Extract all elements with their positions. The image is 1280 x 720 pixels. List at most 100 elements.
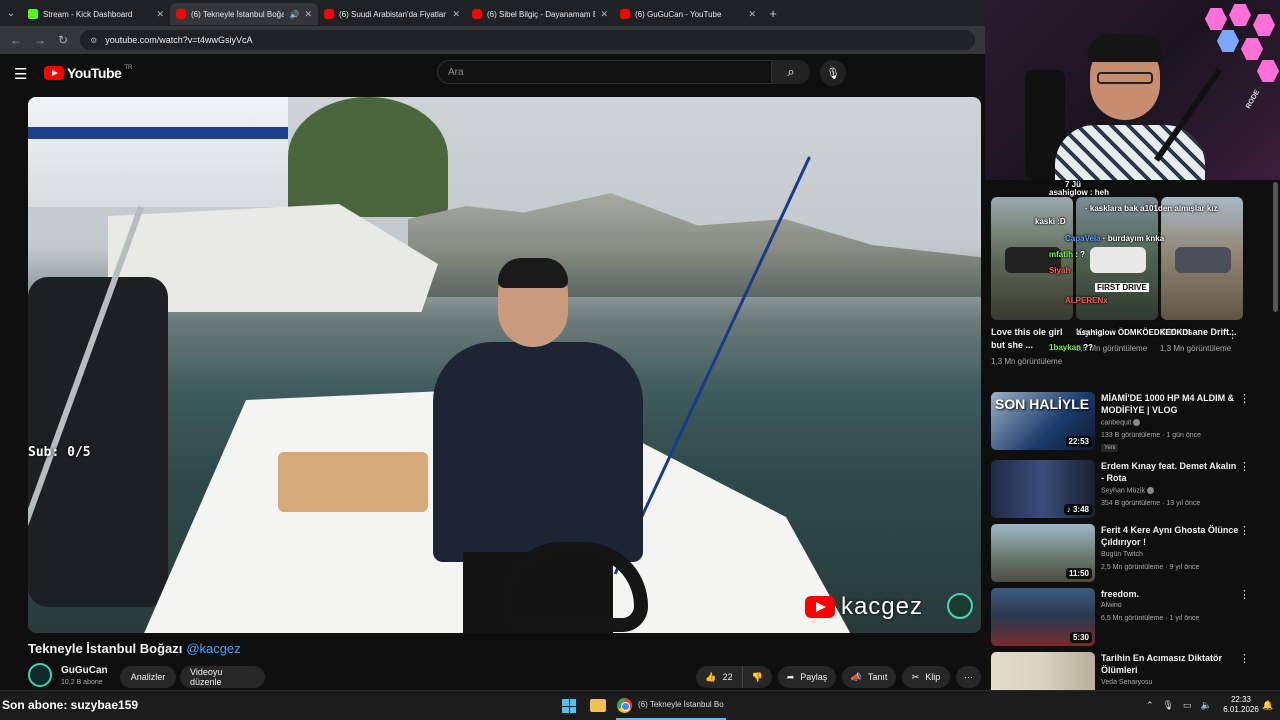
video-title[interactable]: Ferit 4 Kere Aynı Ghosta Ölünce Çıldırıy… [1101, 524, 1241, 548]
back-icon[interactable]: ← [10, 33, 22, 47]
taskbar-window-title[interactable]: (6) Tekneyle İstanbul Bo [638, 700, 724, 709]
analytics-button[interactable]: Analizler [120, 666, 176, 688]
notification-icon[interactable]: 🔔 [1262, 700, 1273, 711]
menu-icon[interactable]: ☰ [14, 65, 27, 83]
more-icon[interactable]: ⋮ [1227, 328, 1238, 341]
microphone-icon[interactable]: 🎙 [1163, 700, 1174, 711]
video-thumbnail[interactable]: 11:50 [991, 524, 1095, 582]
list-item[interactable]: 5:30 freedom. Alwino 6,5 Mn görüntüleme … [991, 588, 1276, 648]
latest-subscriber-overlay: Son abone: suzybae159 [2, 698, 139, 712]
speaker-icon[interactable]: 🔊 [289, 10, 299, 19]
new-tab-button[interactable]: + [762, 6, 784, 21]
tab-sibel[interactable]: (6) Sibel Bilgiç - Dayanamam B ✕ [466, 3, 614, 25]
tab-tekneyle[interactable]: (6) Tekneyle İstanbul Boğaz 🔊 ✕ [170, 3, 318, 25]
video-thumbnail[interactable]: 5:30 [991, 588, 1095, 646]
channel-name[interactable]: Alwino [1101, 602, 1122, 609]
tab-title: Stream - Kick Dashboard [43, 9, 133, 19]
video-player[interactable]: Sub: 0/5 kacgez [28, 97, 981, 633]
youtube-header: ☰ YouTube TR Ara ⌕ 🎙 [0, 54, 985, 94]
system-clock[interactable]: 22:33 6.01.2026 [1221, 695, 1261, 715]
share-icon: ➦ [786, 671, 795, 682]
close-icon[interactable]: ✕ [156, 9, 164, 20]
close-icon[interactable]: ✕ [748, 9, 756, 20]
video-title[interactable]: Erdem Kınay feat. Demet Akalın - Rota [1101, 460, 1241, 484]
search-button[interactable]: ⌕ [772, 60, 810, 84]
video-thumbnail[interactable] [991, 652, 1095, 690]
list-item[interactable]: ♪ 3:48 Erdem Kınay feat. Demet Akalın - … [991, 460, 1276, 520]
channel-watermark-icon[interactable] [947, 593, 973, 619]
address-bar[interactable]: ⚙ youtube.com/watch?v=t4wwGsiyVcA [80, 30, 975, 50]
hex-light [1205, 8, 1227, 30]
browser-tab-strip: ⌄ Stream - Kick Dashboard ✕ (6) Tekneyle… [0, 0, 985, 26]
channel-row: GuGuCan 10,2 B abone Analizler Videoyu d… [28, 663, 981, 691]
video-duration: ♪ 3:48 [1063, 504, 1092, 515]
chat-message: asahiglow : heh [1049, 188, 1110, 197]
close-icon[interactable]: ✕ [600, 9, 608, 20]
chat-message: mfatih : ? [1049, 250, 1085, 259]
youtube-logo[interactable]: YouTube TR [44, 65, 132, 81]
windows-start-icon[interactable] [562, 699, 576, 713]
mention-link[interactable]: @kacgez [186, 641, 240, 656]
hex-light [1217, 30, 1239, 52]
short-views: 1,3 Mn görüntüleme [1160, 344, 1232, 353]
megaphone-icon: 📣 [850, 671, 862, 682]
network-icon[interactable]: ▭ [1183, 700, 1192, 711]
list-item[interactable]: Tarihin En Acımasız Diktatör Ölümleri Ve… [991, 652, 1276, 690]
tab-search-icon[interactable]: ⌄ [0, 0, 22, 26]
chrome-icon[interactable] [617, 698, 632, 713]
youtube-icon [324, 9, 334, 19]
site-info-icon[interactable]: ⚙ [90, 36, 97, 45]
list-item[interactable]: SON HALİYLE 22:53 MİAMİ'DE 1000 HP M4 AL… [991, 392, 1276, 452]
video-thumbnail[interactable]: ♪ 3:48 [991, 460, 1095, 518]
microphone-icon: 🎙 [826, 67, 840, 80]
verified-icon [1133, 419, 1141, 426]
search-input[interactable]: Ara [437, 60, 772, 84]
edit-video-button[interactable]: Videoyu düzenle [180, 666, 265, 688]
close-icon[interactable]: ✕ [452, 9, 460, 20]
scrollbar[interactable] [1273, 182, 1278, 312]
share-button[interactable]: ➦ Paylaş [778, 666, 836, 688]
channel-name[interactable]: Bugün Twitch [1101, 551, 1143, 558]
clip-label: Klip [925, 672, 941, 682]
video-title[interactable]: freedom. [1101, 588, 1241, 600]
voice-search-button[interactable]: 🎙 [820, 60, 846, 86]
video-duration: 11:50 [1065, 568, 1092, 579]
more-icon[interactable]: ⋮ [1239, 392, 1250, 405]
video-meta: 6,5 Mn görüntüleme · 1 yıl önce [1101, 615, 1200, 622]
more-icon[interactable]: ⋮ [1239, 524, 1250, 537]
like-button[interactable]: 👍 22 [696, 666, 742, 688]
forward-icon[interactable]: → [34, 33, 46, 47]
video-title[interactable]: Tarihin En Acımasız Diktatör Ölümleri [1101, 652, 1241, 676]
video-title[interactable]: MİAMİ'DE 1000 HP M4 ALDIM & MODİFİYE | V… [1101, 392, 1241, 416]
more-actions-button[interactable]: ⋯ [956, 666, 981, 688]
avatar[interactable] [28, 663, 52, 687]
short-thumbnail[interactable] [1161, 197, 1243, 320]
video-thumbnail[interactable]: SON HALİYLE 22:53 [991, 392, 1095, 450]
video-duration: 5:30 [1069, 632, 1092, 643]
more-icon[interactable]: ⋮ [1239, 588, 1250, 601]
mic-brand: RODE [1245, 88, 1262, 111]
clip-button[interactable]: ✂ Klip [902, 666, 950, 688]
more-icon[interactable]: ⋮ [1239, 652, 1250, 665]
youtube-wordmark: YouTube [67, 65, 122, 81]
tab-kick-dashboard[interactable]: Stream - Kick Dashboard ✕ [22, 3, 170, 25]
screen: ⌄ Stream - Kick Dashboard ✕ (6) Tekneyle… [0, 0, 1280, 720]
tab-suudi[interactable]: (6) Suudi Arabistan'da Fiyatlar ✕ [318, 3, 466, 25]
volume-icon[interactable]: 🔈 [1201, 700, 1212, 711]
ferry-scene [28, 97, 288, 207]
list-item[interactable]: 11:50 Ferit 4 Kere Aynı Ghosta Ölünce Çı… [991, 524, 1276, 584]
reload-icon[interactable]: ↻ [58, 33, 68, 47]
channel-name[interactable]: Seyhan Müzik [1101, 487, 1154, 494]
promote-button[interactable]: 📣 Tanıt [842, 666, 896, 688]
close-icon[interactable]: ✕ [304, 9, 312, 20]
file-explorer-icon[interactable] [590, 699, 606, 712]
more-icon[interactable]: ⋮ [1239, 460, 1250, 473]
tab-gugucan[interactable]: (6) GuGuCan - YouTube ✕ [614, 3, 762, 25]
dislike-button[interactable]: 👎 [742, 666, 772, 688]
channel-name[interactable]: GuGuCan [61, 665, 108, 676]
chevron-up-icon[interactable]: ⌃ [1146, 700, 1154, 711]
channel-name[interactable]: canbequit [1101, 419, 1141, 426]
video-watermark: kacgez [804, 593, 923, 621]
channel-name[interactable]: Veda Senaryosu [1101, 679, 1152, 686]
chat-message: · kasklara bak a101den almışlar kız [1085, 204, 1218, 213]
